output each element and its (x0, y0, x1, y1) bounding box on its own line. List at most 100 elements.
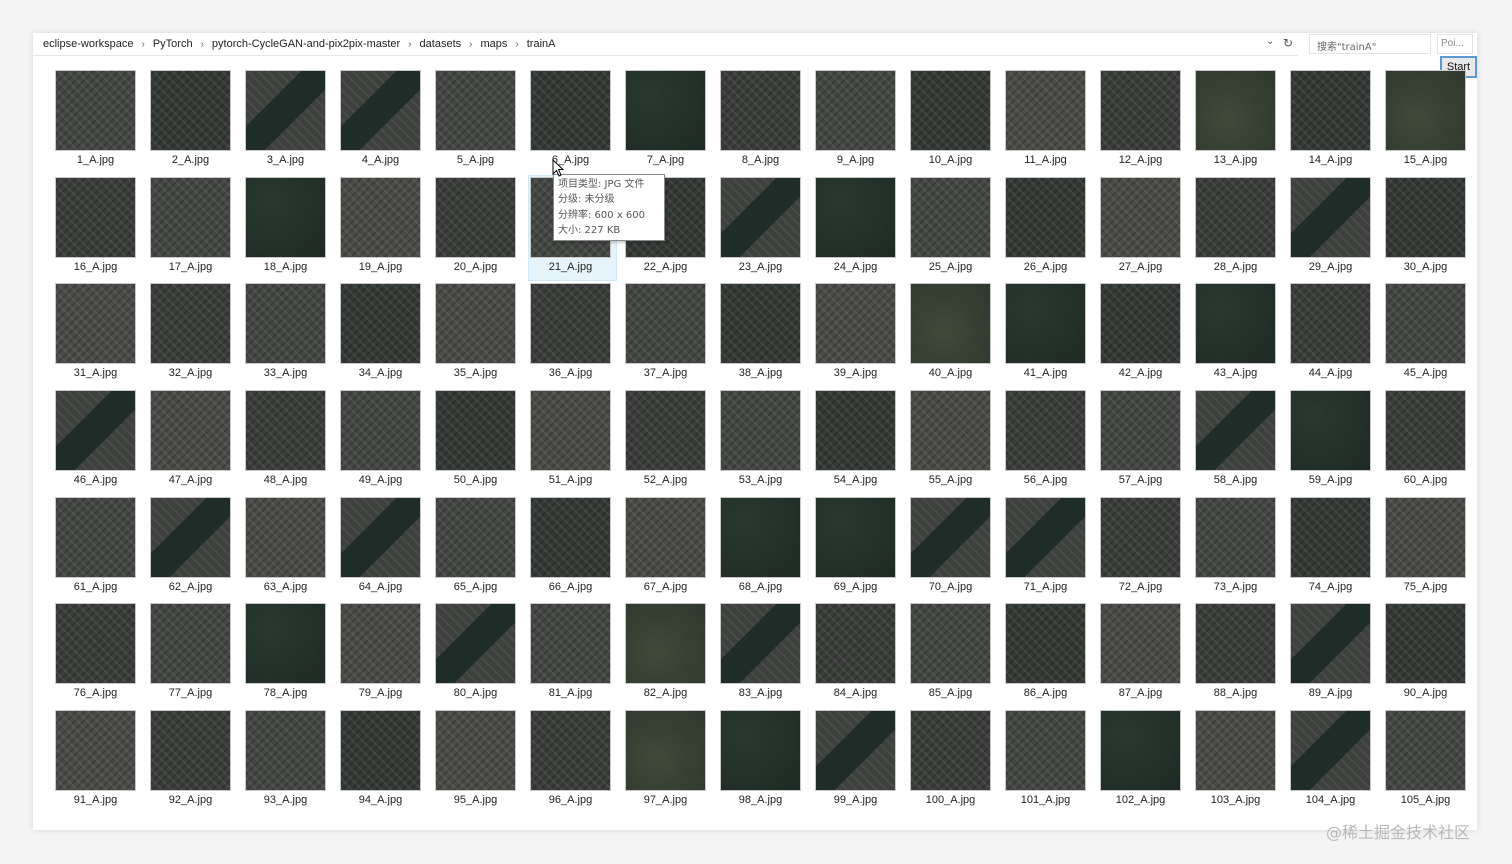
file-item[interactable]: 67_A.jpg (625, 496, 720, 604)
file-item[interactable]: 23_A.jpg (720, 176, 815, 284)
chevron-right-icon[interactable]: › (135, 39, 150, 50)
file-thumbnail[interactable] (1195, 283, 1276, 365)
file-thumbnail[interactable] (625, 390, 706, 472)
file-item[interactable]: 55_A.jpg (910, 390, 1005, 497)
file-item[interactable]: 65_A.jpg (435, 496, 530, 604)
file-thumbnail[interactable] (815, 496, 896, 578)
file-thumbnail[interactable] (625, 496, 706, 578)
side-input-field[interactable]: Poi... (1437, 34, 1473, 54)
file-thumbnail[interactable] (340, 496, 421, 578)
file-thumbnail[interactable] (435, 390, 516, 472)
file-item[interactable]: 13_A.jpg (1195, 70, 1290, 177)
file-thumbnail[interactable] (245, 176, 326, 258)
file-thumbnail[interactable] (720, 603, 801, 685)
file-item[interactable]: 8_A.jpg (720, 70, 815, 177)
file-thumbnail[interactable] (720, 496, 801, 578)
file-item[interactable]: 43_A.jpg (1195, 283, 1290, 390)
file-item[interactable]: 20_A.jpg (435, 176, 530, 284)
file-thumbnail[interactable] (55, 283, 136, 365)
file-item[interactable]: 75_A.jpg (1385, 496, 1480, 604)
file-thumbnail[interactable] (55, 710, 136, 792)
file-thumbnail[interactable] (1195, 603, 1276, 685)
file-item[interactable]: 54_A.jpg (815, 390, 910, 497)
file-item[interactable]: 2_A.jpg (150, 70, 245, 177)
breadcrumb-traina[interactable]: trainA (525, 38, 558, 50)
file-thumbnail[interactable] (720, 390, 801, 472)
file-thumbnail[interactable] (910, 283, 991, 365)
file-item[interactable]: 47_A.jpg (150, 390, 245, 497)
file-item[interactable]: 34_A.jpg (340, 283, 435, 390)
file-item[interactable]: 104_A.jpg (1290, 710, 1385, 817)
file-item[interactable]: 27_A.jpg (1100, 176, 1195, 284)
file-thumbnail[interactable] (720, 70, 801, 151)
file-thumbnail[interactable] (1385, 70, 1466, 151)
file-thumbnail[interactable] (1195, 70, 1276, 151)
file-thumbnail[interactable] (435, 283, 516, 365)
file-item[interactable]: 81_A.jpg (530, 603, 625, 710)
file-thumbnail[interactable] (1195, 496, 1276, 578)
file-thumbnail[interactable] (245, 496, 326, 578)
file-item[interactable]: 87_A.jpg (1100, 603, 1195, 710)
file-thumbnail[interactable] (435, 176, 516, 258)
file-item[interactable]: 17_A.jpg (150, 176, 245, 284)
file-thumbnail[interactable] (910, 710, 991, 792)
file-thumbnail[interactable] (1290, 176, 1371, 258)
file-thumbnail[interactable] (1005, 390, 1086, 472)
file-item[interactable]: 70_A.jpg (910, 496, 1005, 604)
file-thumbnail[interactable] (435, 710, 516, 792)
file-thumbnail[interactable] (815, 176, 896, 258)
breadcrumb-eclipse-workspace[interactable]: eclipse-workspace (33, 38, 135, 50)
file-thumbnail[interactable] (150, 603, 231, 685)
breadcrumb-cyclegan-project[interactable]: pytorch-CycleGAN-and-pix2pix-master (210, 38, 402, 50)
file-thumbnail[interactable] (1100, 390, 1181, 472)
file-item[interactable]: 26_A.jpg (1005, 176, 1100, 284)
file-thumbnail[interactable] (720, 176, 801, 258)
file-item[interactable]: 73_A.jpg (1195, 496, 1290, 604)
file-item[interactable]: 45_A.jpg (1385, 283, 1480, 390)
file-item[interactable]: 103_A.jpg (1195, 710, 1290, 817)
file-thumbnail[interactable] (55, 603, 136, 685)
file-item[interactable]: 18_A.jpg (245, 176, 340, 284)
file-thumbnail[interactable] (1005, 603, 1086, 685)
file-item[interactable]: 24_A.jpg (815, 176, 910, 284)
file-thumbnail[interactable] (1100, 176, 1181, 258)
file-thumbnail[interactable] (245, 70, 326, 151)
file-item[interactable]: 33_A.jpg (245, 283, 340, 390)
file-item[interactable]: 92_A.jpg (150, 710, 245, 817)
file-thumbnail[interactable] (1100, 710, 1181, 792)
file-item[interactable]: 37_A.jpg (625, 283, 720, 390)
file-thumbnail[interactable] (1385, 496, 1466, 578)
file-item[interactable]: 86_A.jpg (1005, 603, 1100, 710)
file-thumbnail[interactable] (340, 176, 421, 258)
file-thumbnail[interactable] (1385, 176, 1466, 258)
file-thumbnail[interactable] (815, 390, 896, 472)
file-thumbnail[interactable] (55, 176, 136, 258)
address-bar[interactable]: eclipse-workspace › PyTorch › pytorch-Cy… (33, 33, 1298, 56)
file-item[interactable]: 57_A.jpg (1100, 390, 1195, 497)
chevron-right-icon[interactable]: › (463, 39, 478, 50)
file-item[interactable]: 61_A.jpg (55, 496, 150, 604)
file-item[interactable]: 12_A.jpg (1100, 70, 1195, 177)
file-thumbnail[interactable] (1195, 390, 1276, 472)
breadcrumb-pytorch[interactable]: PyTorch (151, 38, 195, 50)
file-thumbnail[interactable] (435, 496, 516, 578)
file-item[interactable]: 83_A.jpg (720, 603, 815, 710)
file-item[interactable]: 97_A.jpg (625, 710, 720, 817)
file-item[interactable]: 9_A.jpg (815, 70, 910, 177)
file-item[interactable]: 41_A.jpg (1005, 283, 1100, 390)
file-item[interactable]: 36_A.jpg (530, 283, 625, 390)
file-thumbnail[interactable] (1100, 70, 1181, 151)
file-item[interactable]: 32_A.jpg (150, 283, 245, 390)
file-item[interactable]: 84_A.jpg (815, 603, 910, 710)
file-thumbnail[interactable] (530, 390, 611, 472)
file-item[interactable]: 60_A.jpg (1385, 390, 1480, 497)
chevron-right-icon[interactable]: › (402, 39, 417, 50)
file-thumbnail[interactable] (910, 603, 991, 685)
file-thumbnail[interactable] (55, 496, 136, 578)
file-thumbnail[interactable] (1195, 176, 1276, 258)
search-input[interactable]: 搜索"trainA" (1309, 34, 1431, 54)
file-thumbnail[interactable] (625, 603, 706, 685)
file-item[interactable]: 49_A.jpg (340, 390, 435, 497)
file-item[interactable]: 95_A.jpg (435, 710, 530, 817)
file-thumbnail[interactable] (815, 603, 896, 685)
